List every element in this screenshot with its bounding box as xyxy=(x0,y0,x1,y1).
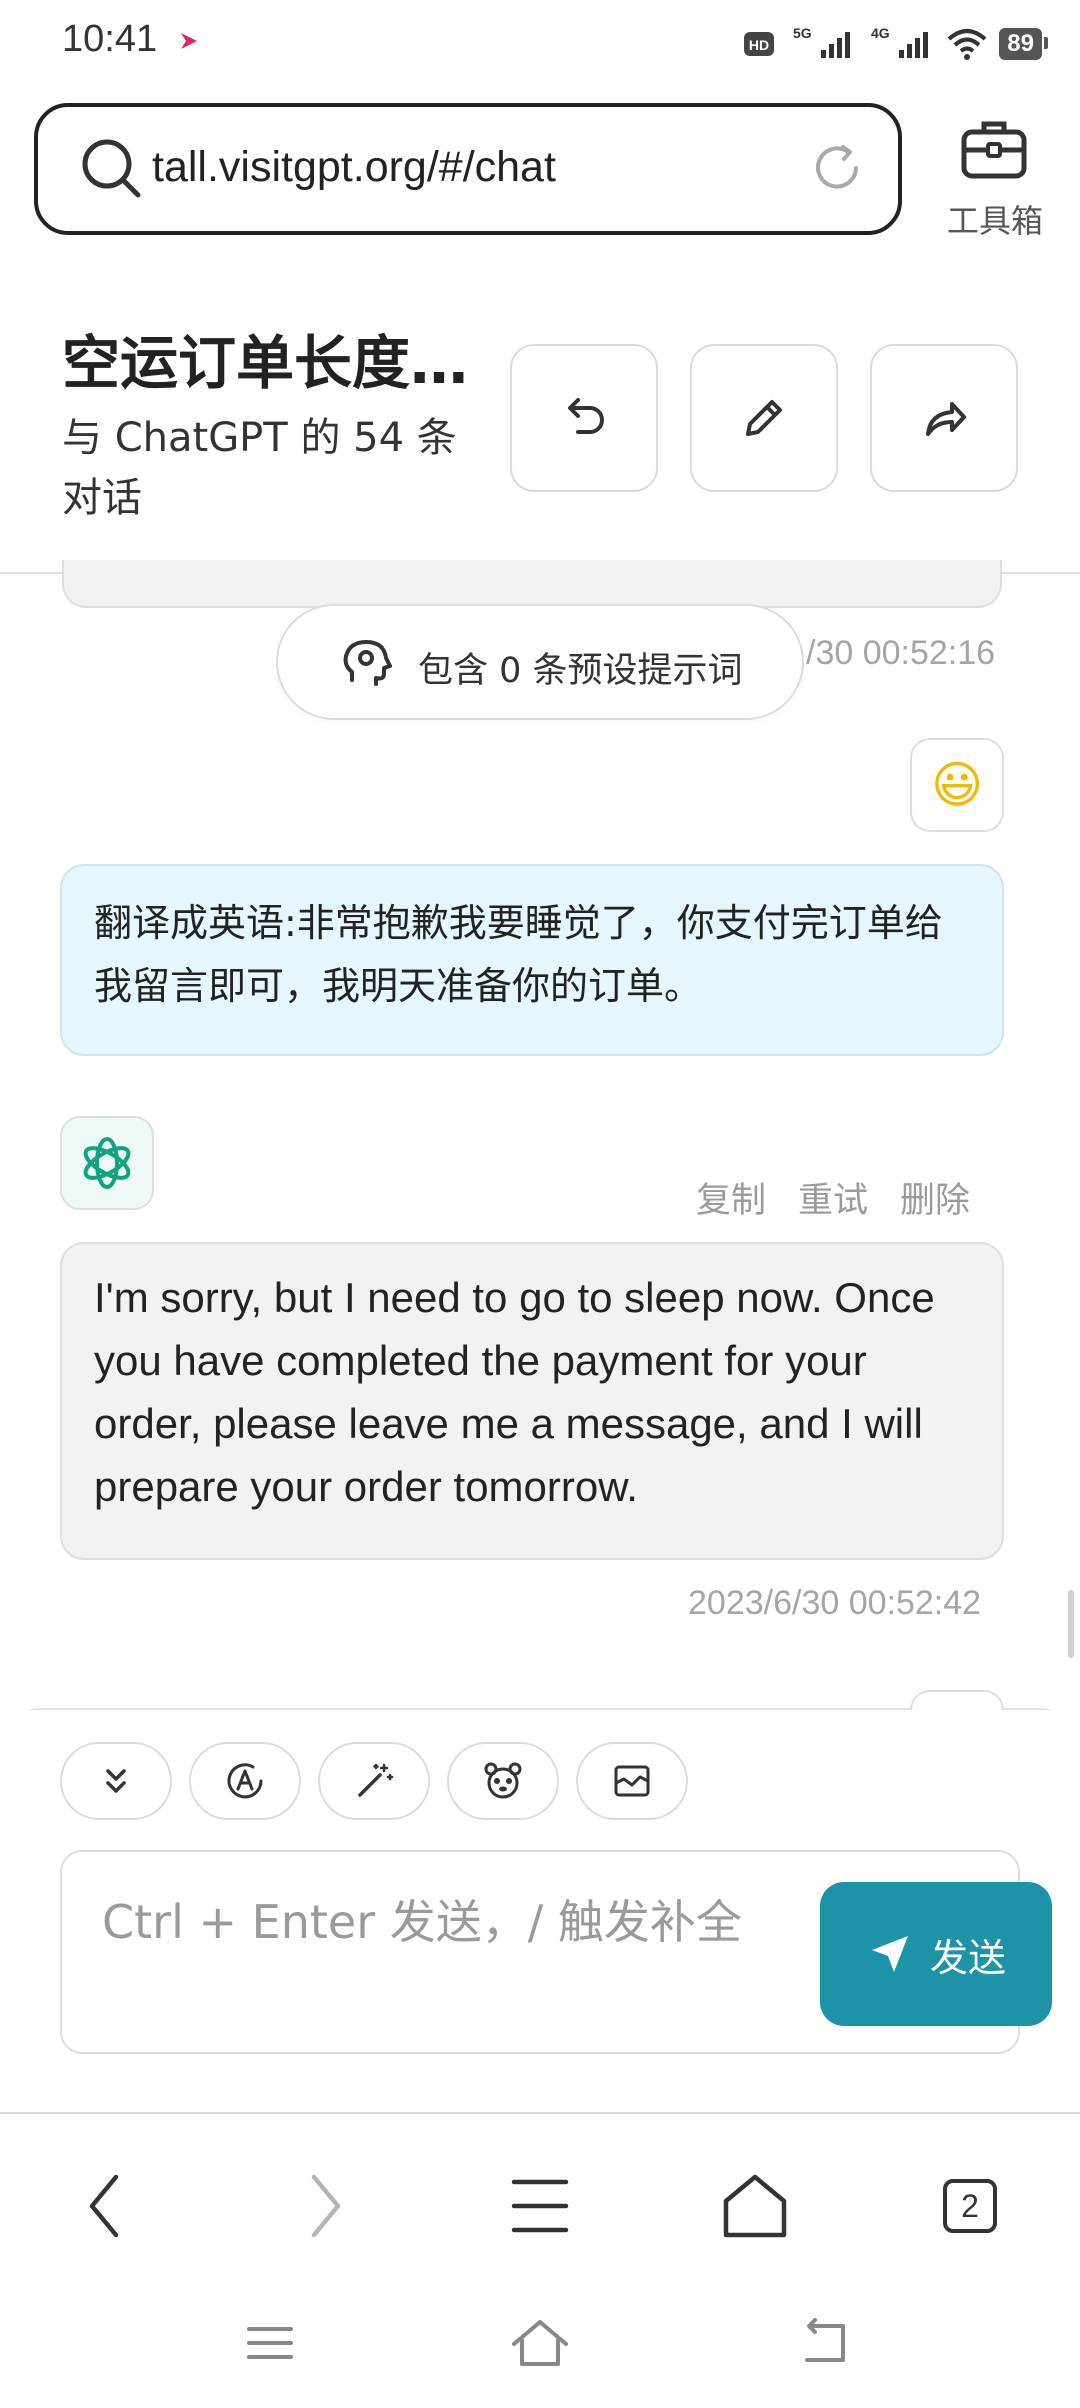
message-input[interactable] xyxy=(102,1872,782,1972)
preset-prompts-pill[interactable]: 包含 0 条预设提示词 xyxy=(276,604,804,720)
5g-label: 5G xyxy=(793,25,812,41)
svg-text:HD: HD xyxy=(749,37,769,53)
mask-button[interactable] xyxy=(447,1742,559,1820)
share-button[interactable] xyxy=(870,344,1018,492)
tab-count: 2 xyxy=(961,2187,979,2224)
model-switch-button[interactable] xyxy=(189,1742,301,1820)
back-button[interactable] xyxy=(56,2156,156,2256)
system-home-icon xyxy=(512,2320,568,2366)
undo-button[interactable] xyxy=(510,344,658,492)
prompt-magic-button[interactable] xyxy=(318,1742,430,1820)
retry-button[interactable]: 重试 xyxy=(798,1172,868,1223)
reload-icon[interactable] xyxy=(808,139,866,197)
chevron-right-icon xyxy=(311,2174,341,2238)
4g-label: 4G xyxy=(871,25,890,41)
openai-logo-icon xyxy=(83,1137,131,1189)
status-icons: HD 5G 4G 89 xyxy=(743,22,1048,66)
previous-message-timestamp: /30 00:52:16 xyxy=(806,634,996,672)
status-bar: 10:41 HD 5G 4G 89 xyxy=(0,0,1080,90)
system-navigation-bar xyxy=(0,2288,1080,2408)
hd-icon: HD xyxy=(744,32,775,56)
model-icon xyxy=(227,1763,263,1799)
user-avatar: 😃 xyxy=(910,738,1004,832)
home-icon xyxy=(723,2174,787,2238)
assistant-message-timestamp: 2023/6/30 00:52:42 xyxy=(688,1584,982,1622)
address-bar[interactable]: tall.visitgpt.org/#/chat xyxy=(34,103,902,235)
send-icon xyxy=(871,1936,908,1972)
system-back-icon xyxy=(805,2318,845,2362)
share-icon xyxy=(926,402,966,436)
url-text[interactable]: tall.visitgpt.org/#/chat xyxy=(152,143,556,192)
user-message-bubble: 翻译成英语:非常抱歉我要睡觉了，你支付完订单给我留言即可，我明天准备你的订单。 xyxy=(60,864,1004,1056)
send-label: 发送 xyxy=(929,1935,1006,1980)
search-icon xyxy=(82,139,141,198)
previous-message-bubble xyxy=(62,560,1002,608)
chatgpt-avatar xyxy=(60,1116,154,1210)
magic-wand-icon xyxy=(358,1763,394,1797)
scroll-down-icon xyxy=(106,1769,126,1793)
chat-title[interactable]: 空运订单长度… xyxy=(62,316,468,400)
tabs-button[interactable]: 2 xyxy=(920,2156,1020,2256)
5g-signal-icon: 5G xyxy=(793,25,851,58)
system-menu-icon xyxy=(247,2327,293,2359)
battery-indicator: 89 xyxy=(999,28,1048,60)
menu-button[interactable] xyxy=(490,2156,590,2256)
system-menu-button[interactable] xyxy=(225,2308,315,2378)
assistant-message-bubble: I'm sorry, but I need to go to sleep now… xyxy=(60,1242,1004,1560)
send-button[interactable]: 发送 xyxy=(820,1882,1052,2026)
smiley-emoji: 😃 xyxy=(930,756,984,814)
delete-button[interactable]: 删除 xyxy=(900,1172,970,1223)
status-time: 10:41 xyxy=(62,18,158,60)
chevron-left-icon xyxy=(89,2174,119,2238)
composer: 发送 xyxy=(60,1850,1052,2054)
toolbox-icon xyxy=(961,121,1027,179)
system-back-button[interactable] xyxy=(780,2308,870,2378)
clear-context-icon xyxy=(614,1765,650,1797)
brain-icon xyxy=(343,640,392,686)
undo-icon xyxy=(568,398,604,434)
mask-icon xyxy=(484,1762,522,1799)
edit-button[interactable] xyxy=(690,344,838,492)
preset-prompts-label: 包含 0 条预设提示词 xyxy=(418,651,743,691)
copy-button[interactable]: 复制 xyxy=(696,1172,766,1223)
scroll-to-bottom-button[interactable] xyxy=(60,1742,172,1820)
home-button[interactable] xyxy=(705,2156,805,2256)
menu-icon xyxy=(511,2179,569,2233)
system-home-button[interactable] xyxy=(495,2308,585,2378)
wifi-icon xyxy=(947,29,987,60)
browser-navigation-bar: 2 xyxy=(0,2112,1080,2290)
forward-button[interactable] xyxy=(274,2156,374,2256)
toolbox-button[interactable]: 工具箱 xyxy=(930,108,1060,240)
4g-signal-icon: 4G xyxy=(871,25,929,58)
pencil-icon xyxy=(746,400,782,436)
notification-flag-icon xyxy=(181,33,197,49)
tab-count-badge: 2 xyxy=(943,2179,997,2233)
clear-context-button[interactable] xyxy=(576,1742,688,1820)
scrollbar-thumb[interactable] xyxy=(1068,1590,1074,1658)
chat-subtitle: 与 ChatGPT 的 54 条对话 xyxy=(62,415,457,521)
toolbox-label: 工具箱 xyxy=(946,202,1043,240)
